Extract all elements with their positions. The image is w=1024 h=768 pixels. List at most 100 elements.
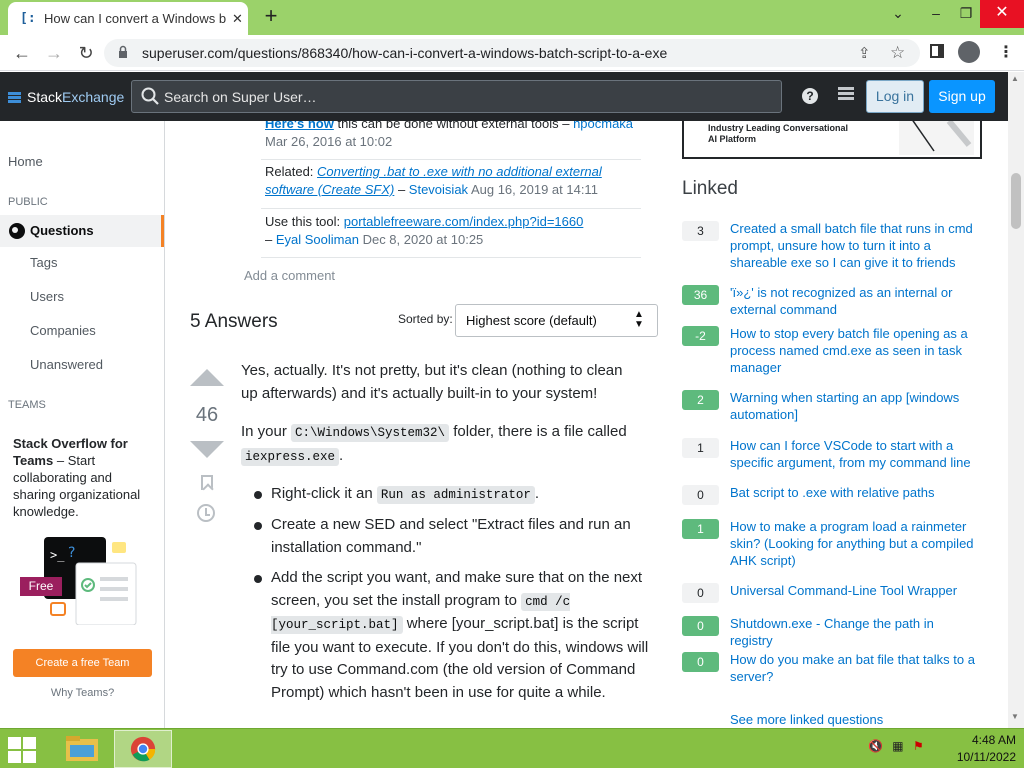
see-more-linked-link[interactable]: See more linked questions [730, 712, 883, 728]
profile-avatar-icon[interactable] [958, 41, 980, 63]
signup-button[interactable]: Sign up [929, 80, 995, 113]
list-bullet [254, 575, 262, 583]
vote-count: 46 [195, 404, 219, 426]
nav-unanswered[interactable]: Unanswered [30, 357, 103, 373]
forward-button[interactable]: → [42, 41, 66, 65]
lock-icon[interactable] [118, 45, 128, 59]
answer-text: Add the script you want, and make sure t… [271, 569, 643, 609]
site-search-input[interactable]: Search on Super User… [131, 80, 782, 113]
inline-code: C:\Windows\System32\ [291, 424, 450, 442]
search-placeholder: Search on Super User… [164, 89, 317, 105]
comment-link[interactable]: portablefreeware.com/index.php?id=1660 [344, 214, 584, 229]
nav-companies[interactable]: Companies [30, 323, 96, 339]
share-icon[interactable]: ⇪ [858, 44, 871, 62]
help-icon[interactable]: ? [802, 88, 818, 104]
comment-text: this can be done without external tools … [333, 121, 574, 131]
scrollbar-thumb[interactable] [1011, 173, 1021, 229]
reload-button[interactable]: ↻ [74, 41, 98, 65]
teams-promo: Stack Overflow for Teams – Start collabo… [0, 425, 164, 707]
linked-score-badge: 1 [682, 519, 719, 539]
action-center-icon[interactable]: ⚑ [913, 739, 924, 753]
select-arrows-icon: ▲ ▼ [634, 309, 644, 330]
address-bar[interactable]: superuser.com/questions/868340/how-can-i… [104, 39, 920, 67]
history-icon[interactable] [197, 504, 215, 522]
linked-score-badge: 1 [682, 438, 719, 458]
answer-list-item: Create a new SED and select "Extract fil… [271, 516, 631, 556]
why-teams-link[interactable]: Why Teams? [13, 687, 152, 699]
free-badge: Free [20, 577, 62, 596]
clock-date[interactable]: 10/11/2022 [930, 750, 1016, 765]
nav-tags[interactable]: Tags [30, 255, 57, 271]
answer-text: folder, there is a file called [449, 423, 627, 440]
sort-select[interactable]: Highest score (default) ▲ ▼ [455, 304, 658, 337]
browser-toolbar: ← → ↻ superuser.com/questions/868340/how… [0, 35, 1024, 71]
scroll-up-arrow-icon[interactable]: ▲ [1011, 74, 1019, 83]
windows-taskbar: 🔇 ▦ ⚑ 4:48 AM 10/11/2022 [0, 728, 1024, 768]
linked-score-badge: 3 [682, 221, 719, 241]
page-scrollbar[interactable]: ▲ ▼ [1008, 72, 1024, 728]
comment-date: Dec 8, 2020 at 10:25 [362, 232, 484, 247]
nav-users[interactable]: Users [30, 289, 64, 305]
scroll-down-arrow-icon[interactable]: ▼ [1011, 712, 1019, 721]
chrome-taskbar-button[interactable] [114, 730, 172, 768]
browser-tab-strip: [: How can I convert a Windows batch scr… [0, 0, 1024, 35]
linked-score-badge: -2 [682, 326, 719, 346]
close-window-button[interactable]: ✕ [980, 0, 1024, 28]
comment-date: Mar 26, 2016 at 10:02 [265, 134, 393, 149]
file-explorer-icon[interactable] [58, 731, 106, 767]
linked-question-link[interactable]: Universal Command-Line Tool Wrapper [730, 582, 980, 599]
comment-link[interactable]: Here's how [265, 121, 334, 131]
stackexchange-logo[interactable]: StackExchange [8, 88, 124, 106]
browser-menu-icon[interactable]: ⋮ [998, 42, 1014, 62]
linked-question-link[interactable]: How do you make an bat file that talks t… [730, 651, 980, 685]
site-switcher-icon[interactable] [838, 87, 854, 105]
network-icon[interactable]: ▦ [892, 739, 903, 753]
nav-home[interactable]: Home [8, 154, 43, 170]
linked-question-link[interactable]: How to stop every batch file opening as … [730, 325, 980, 376]
side-panel-icon[interactable] [930, 44, 944, 58]
linked-score-badge: 0 [682, 652, 719, 672]
add-comment-link[interactable]: Add a comment [244, 268, 335, 283]
main-content: Here's how this can be done without exte… [166, 121, 666, 728]
left-sidebar: Home PUBLIC Questions Tags Users Compani… [0, 121, 165, 728]
site-topbar: StackExchange Search on Super User… ? Lo… [0, 72, 1008, 121]
volume-muted-icon[interactable]: 🔇 [868, 739, 883, 753]
clock-time[interactable]: 4:48 AM [930, 733, 1016, 748]
ad-graphic-icon [899, 121, 974, 155]
new-tab-button[interactable]: + [260, 4, 282, 28]
comment-user-link[interactable]: Stevoisiak [409, 182, 468, 197]
downvote-button[interactable] [190, 441, 224, 458]
close-tab-icon[interactable]: ✕ [232, 11, 243, 27]
chrome-icon [130, 736, 156, 762]
login-button[interactable]: Log in [866, 80, 924, 113]
browser-tab[interactable]: [: How can I convert a Windows batch scr… [8, 2, 248, 35]
answer-paragraph: Yes, actually. It's not pretty, but it's… [241, 362, 623, 402]
right-sidebar: Industry Leading Conversational AI Platf… [666, 121, 1008, 728]
start-button[interactable] [8, 737, 38, 763]
sidebar-ad[interactable]: Industry Leading Conversational AI Platf… [682, 121, 982, 159]
answer-list-item: Add the script you want, and make sure t… [271, 567, 651, 704]
bookmark-star-icon[interactable]: ☆ [890, 43, 905, 63]
tab-title: How can I convert a Windows batch script… [44, 11, 226, 26]
upvote-button[interactable] [190, 369, 224, 386]
bookmark-icon[interactable] [201, 475, 213, 490]
linked-question-link[interactable]: Warning when starting an app [windows au… [730, 389, 980, 423]
back-button[interactable]: ← [10, 41, 34, 65]
comment-user-link[interactable]: Eyal Sooliman [276, 232, 359, 247]
nav-questions[interactable]: Questions [0, 215, 164, 247]
comment-divider [261, 257, 641, 258]
url-text: superuser.com/questions/868340/how-can-i… [142, 45, 668, 61]
linked-question-link[interactable]: 'ï»¿' is not recognized as an internal o… [730, 284, 980, 318]
logo-text-main: Stack [27, 89, 63, 105]
linked-question-link[interactable]: Created a small batch file that runs in … [730, 220, 980, 271]
list-bullet [254, 522, 262, 530]
comment-divider [261, 208, 641, 209]
linked-question-link[interactable]: How can I force VSCode to start with a s… [730, 437, 980, 471]
answer-list-item: Right-click it an Run as administrator. [271, 483, 651, 507]
list-bullet [254, 491, 262, 499]
linked-question-link[interactable]: How to make a program load a rainmeter s… [730, 518, 980, 569]
create-team-button[interactable]: Create a free Team [13, 649, 152, 677]
comment-user-link[interactable]: npocmaka [573, 121, 633, 131]
linked-question-link[interactable]: Shutdown.exe - Change the path in regist… [730, 615, 980, 649]
linked-question-link[interactable]: Bat script to .exe with relative paths [730, 484, 980, 501]
